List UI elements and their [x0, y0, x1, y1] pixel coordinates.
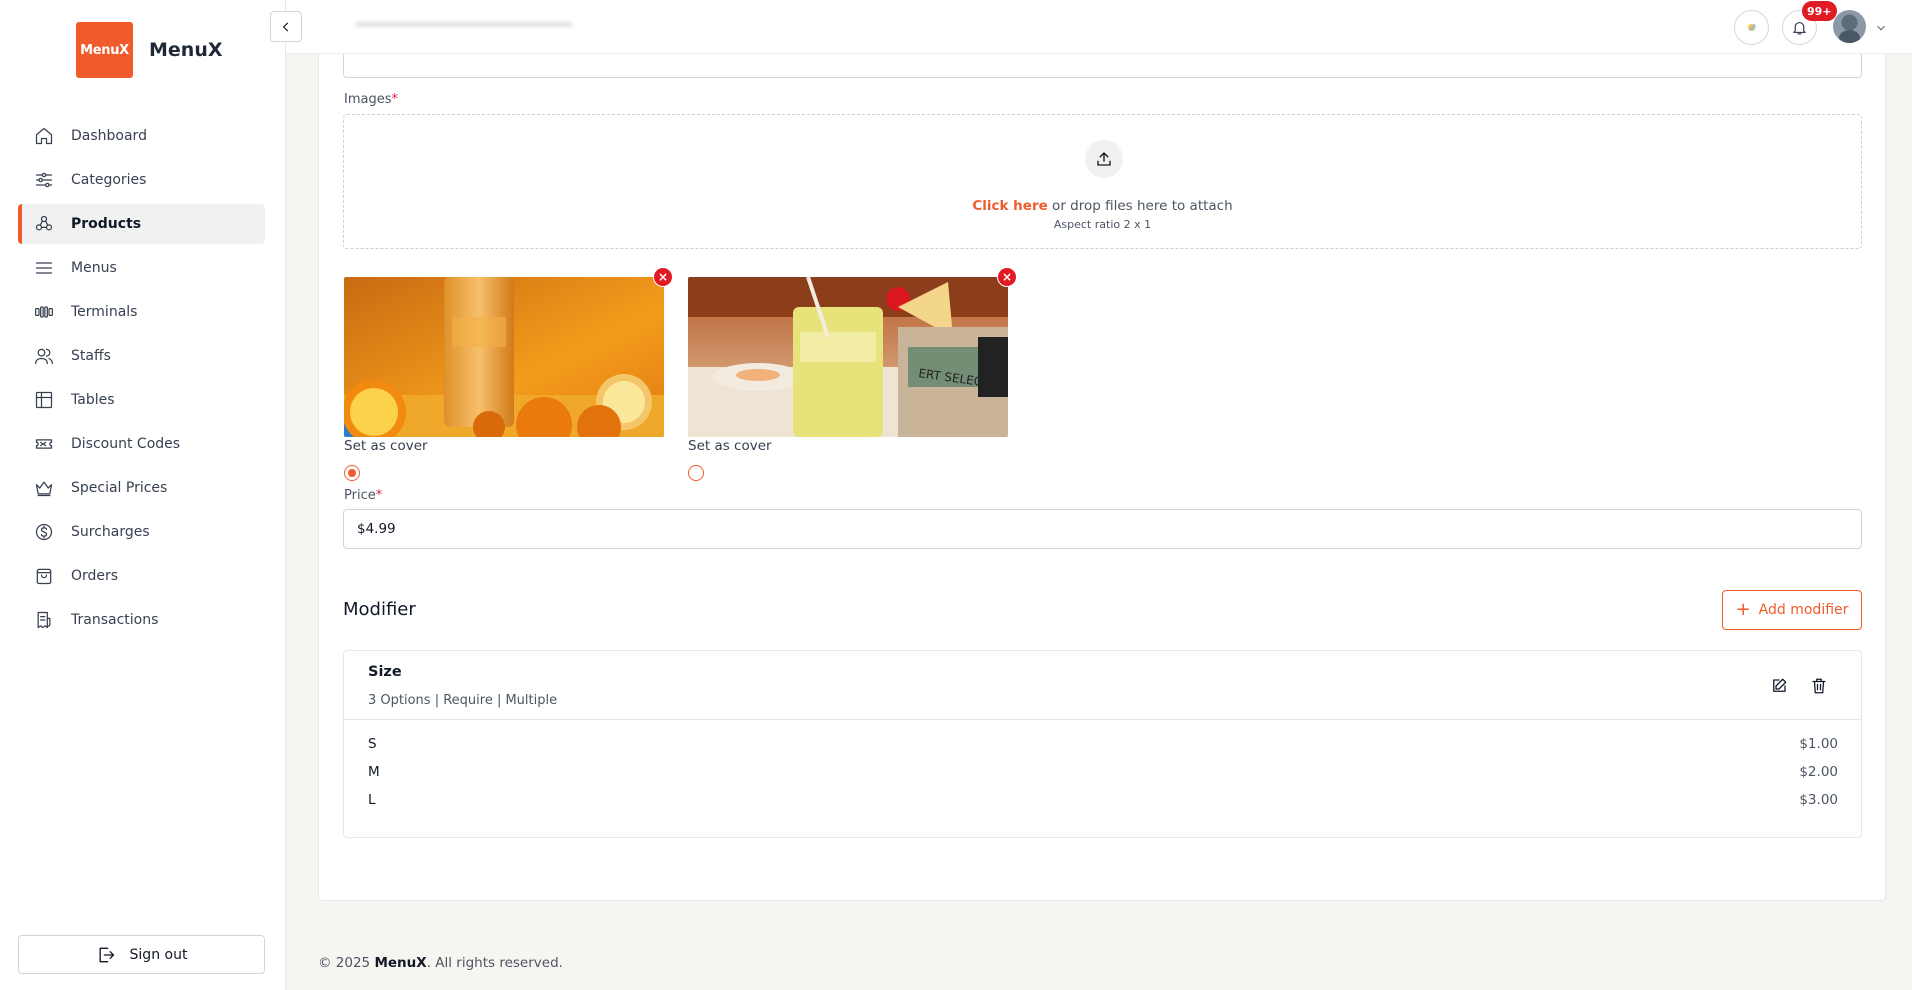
trash-icon[interactable]	[1808, 675, 1830, 697]
home-icon	[34, 126, 54, 146]
sidebar-item-label: Products	[71, 216, 142, 232]
sidebar-item-transactions[interactable]: Transactions	[18, 600, 265, 640]
theme-toggle-button[interactable]	[1734, 10, 1769, 45]
sidebar-item-tables[interactable]: Tables	[18, 380, 265, 420]
sidebar-item-label: Terminals	[71, 304, 138, 320]
cover-radio-2[interactable]	[688, 465, 704, 481]
sidebar-item-label: Staffs	[71, 348, 111, 364]
collapse-sidebar-button[interactable]	[270, 11, 302, 42]
edit-icon[interactable]	[1768, 675, 1790, 697]
brand[interactable]: MenuX MenuX	[76, 22, 223, 78]
bell-icon	[1793, 21, 1806, 35]
images-label: Images*	[344, 92, 398, 107]
remove-image-2-button[interactable]: ×	[997, 267, 1017, 287]
plus-icon: +	[1735, 599, 1751, 620]
modifier-group-header: Size 3 Options | Require | Multiple	[344, 651, 1861, 720]
click-here-link[interactable]: Click here	[972, 198, 1047, 214]
sidebar-item-label: Surcharges	[71, 524, 150, 540]
footer: © 2025 MenuX. All rights reserved.	[318, 955, 563, 971]
product-image-1	[344, 277, 664, 437]
product-image-2: ERT SELECTION	[688, 277, 1008, 437]
cover-radio-1[interactable]	[344, 465, 360, 481]
brand-name: MenuX	[149, 39, 223, 61]
sidebar-item-label: Menus	[71, 260, 117, 276]
sidebar-item-label: Transactions	[71, 612, 159, 628]
add-modifier-label: Add modifier	[1758, 602, 1849, 618]
topbar: ▁▁▁▁▁▁▁▁▁▁▁▁▁▁▁▁▁▁▁▁	[286, 0, 1912, 54]
sidebar-item-label: Orders	[71, 568, 119, 584]
products-icon	[34, 214, 54, 234]
modifier-group-name: Size	[368, 664, 402, 680]
dropzone-text: Click here or drop files here to attach	[972, 198, 1233, 214]
avatar[interactable]	[1833, 10, 1866, 43]
sidebar-item-terminals[interactable]: Terminals	[18, 292, 265, 332]
receipt-icon	[34, 610, 54, 630]
sidebar-item-label: Special Prices	[71, 480, 168, 496]
sun-moon-icon	[1747, 23, 1756, 32]
set-as-cover-label-1: Set as cover	[344, 438, 428, 454]
sidebar: MenuX MenuX Dashboard Categories Product…	[0, 0, 286, 990]
sidebar-item-discount-codes[interactable]: Discount Codes	[18, 424, 265, 464]
ticket-icon	[34, 434, 54, 454]
signout-label: Sign out	[129, 946, 188, 963]
modifier-group-size: Size 3 Options | Require | Multiple S $1.…	[343, 650, 1862, 838]
bag-icon	[34, 566, 54, 586]
modifier-heading: Modifier	[343, 599, 416, 620]
price-label: Price*	[344, 488, 383, 503]
modifier-group-summary: 3 Options | Require | Multiple	[368, 693, 558, 708]
chevron-left-icon	[282, 22, 289, 31]
terminal-icon	[34, 302, 54, 322]
sidebar-item-label: Tables	[71, 392, 115, 408]
sidebar-nav: Dashboard Categories Products Menus Term…	[18, 116, 265, 644]
sidebar-item-surcharges[interactable]: Surcharges	[18, 512, 265, 552]
image-dropzone[interactable]: Click here or drop files here to attach …	[343, 114, 1862, 249]
notification-badge: 99+	[1802, 1, 1837, 21]
add-modifier-button[interactable]: + Add modifier	[1722, 590, 1862, 630]
sidebar-item-categories[interactable]: Categories	[18, 160, 265, 200]
set-as-cover-label-2: Set as cover	[688, 438, 772, 454]
menu-icon	[34, 258, 54, 278]
sidebar-item-label: Categories	[71, 172, 147, 188]
price-input[interactable]: $4.99	[343, 509, 1862, 549]
modifier-option: L $3.00	[368, 792, 1838, 808]
crown-icon	[34, 478, 54, 498]
dollar-icon	[34, 522, 54, 542]
footer-brand: MenuX	[374, 955, 427, 971]
signout-button[interactable]: Sign out	[18, 935, 265, 974]
sliders-icon	[34, 170, 54, 190]
sidebar-item-dashboard[interactable]: Dashboard	[18, 116, 265, 156]
sidebar-item-special-prices[interactable]: Special Prices	[18, 468, 265, 508]
logout-icon	[99, 947, 114, 962]
sidebar-item-label: Dashboard	[71, 128, 147, 144]
modifier-option: S $1.00	[368, 736, 1838, 752]
menux-logo: MenuX	[76, 22, 133, 78]
sidebar-item-orders[interactable]: Orders	[18, 556, 265, 596]
chevron-down-icon[interactable]	[1874, 20, 1888, 34]
users-icon	[34, 346, 54, 366]
sidebar-item-staffs[interactable]: Staffs	[18, 336, 265, 376]
sidebar-item-label: Discount Codes	[71, 436, 181, 452]
sidebar-item-menus[interactable]: Menus	[18, 248, 265, 288]
upload-icon	[1085, 140, 1123, 178]
blurred-breadcrumb: ▁▁▁▁▁▁▁▁▁▁▁▁▁▁▁▁▁▁▁▁	[356, 10, 572, 26]
product-form-card: Images* Click here or drop files here to…	[318, 30, 1886, 901]
table-icon	[34, 390, 54, 410]
aspect-ratio-hint: Aspect ratio 2 x 1	[1053, 218, 1152, 231]
modifier-option: M $2.00	[368, 764, 1838, 780]
sidebar-item-products[interactable]: Products	[18, 204, 265, 244]
remove-image-1-button[interactable]: ×	[653, 267, 673, 287]
